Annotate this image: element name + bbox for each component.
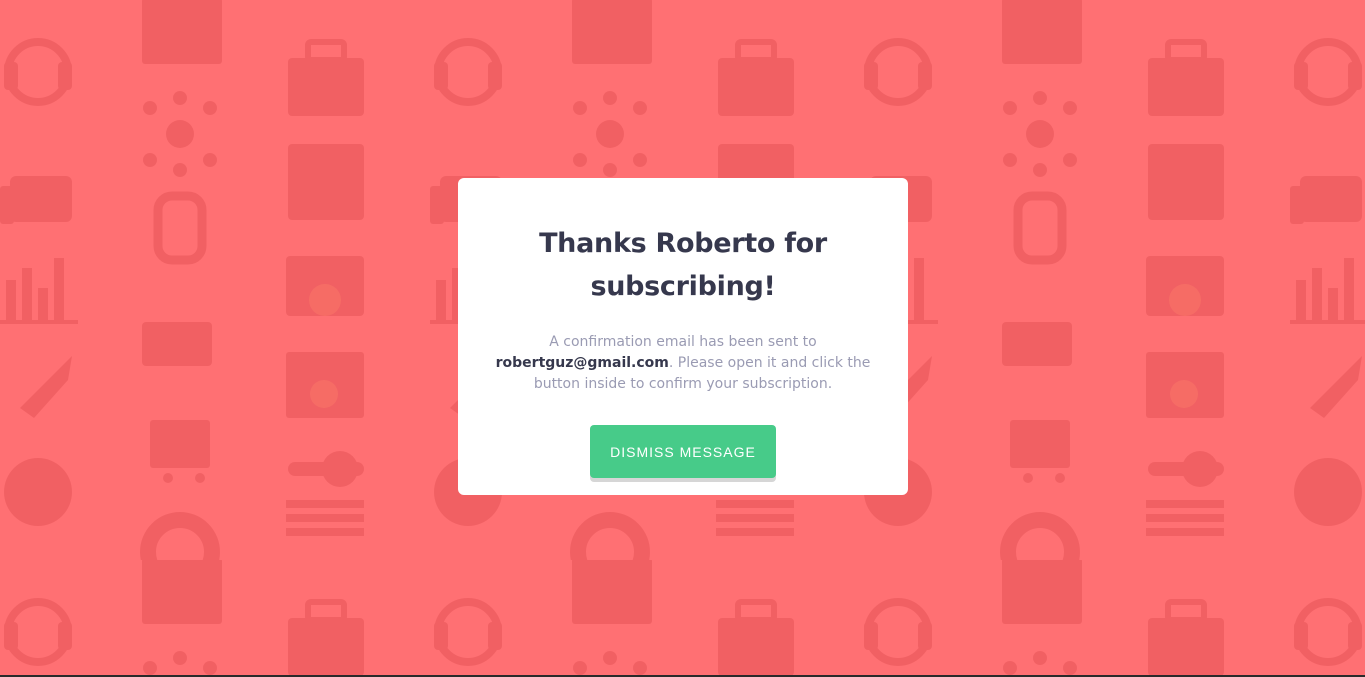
subscription-confirmation-card: Thanks Roberto for subscribing! A confir…: [458, 178, 908, 495]
message-intro: A confirmation email has been sent to: [549, 334, 817, 350]
subscriber-email: robertguz@gmail.com: [495, 355, 669, 371]
confirmation-message: A confirmation email has been sent to ro…: [487, 332, 879, 395]
dismiss-message-button[interactable]: Dismiss message: [590, 425, 776, 478]
confirmation-title: Thanks Roberto for subscribing!: [539, 228, 827, 302]
